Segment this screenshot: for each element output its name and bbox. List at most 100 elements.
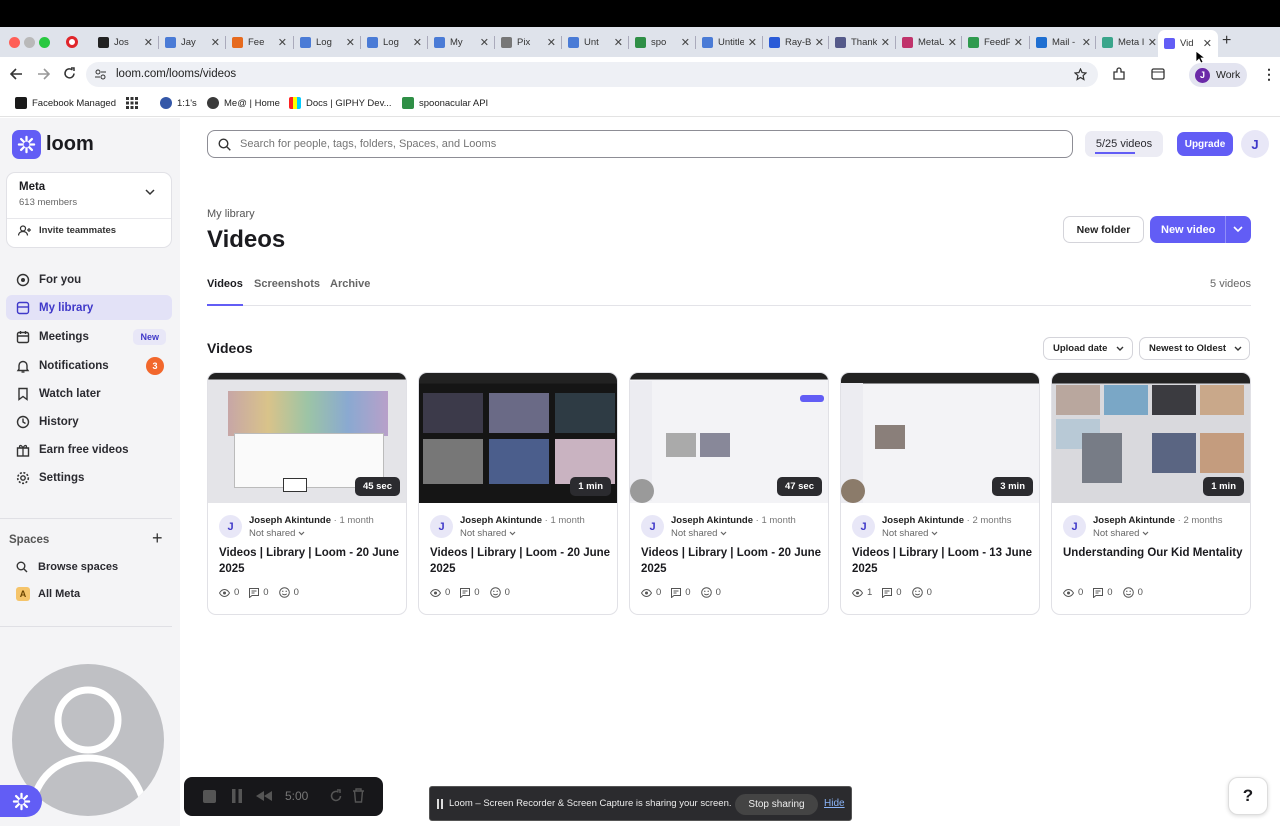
browser-tab[interactable]: Thanks ✕ <box>829 31 896 54</box>
close-tab-icon[interactable]: ✕ <box>748 36 757 49</box>
sidebar-item-history[interactable]: History <box>6 409 172 434</box>
browse-spaces-link[interactable]: Browse spaces <box>16 561 118 573</box>
video-card[interactable]: 1 min J Joseph Akintunde · 2 months Not sha… <box>1051 372 1251 615</box>
video-card[interactable]: 47 sec J Joseph Akintunde · 1 month Not sha… <box>629 372 829 615</box>
close-tab-icon[interactable]: ✕ <box>815 36 824 49</box>
close-tab-icon[interactable]: ✕ <box>1203 37 1212 50</box>
upgrade-button[interactable]: Upgrade <box>1177 132 1233 156</box>
reload-icon[interactable] <box>63 67 76 80</box>
window-close-button[interactable] <box>9 37 20 48</box>
close-tab-icon[interactable]: ✕ <box>480 36 489 49</box>
sidebar-item-settings[interactable]: Settings <box>6 465 172 490</box>
new-folder-button[interactable]: New folder <box>1063 216 1144 243</box>
sharing-status[interactable]: Not shared <box>460 528 516 539</box>
loom-record-button[interactable] <box>0 785 42 817</box>
browser-tab[interactable]: Pix ✕ <box>495 31 562 54</box>
browser-tab[interactable]: Mail - J ✕ <box>1030 31 1097 54</box>
search-bar[interactable] <box>207 130 1073 158</box>
sort-order-select[interactable]: Newest to Oldest <box>1139 337 1250 360</box>
search-input[interactable] <box>240 136 1040 152</box>
browser-tab[interactable]: My ✕ <box>428 31 495 54</box>
user-avatar[interactable]: J <box>1241 130 1269 158</box>
restart-icon[interactable] <box>329 789 343 803</box>
sidebar-item-earn-free-videos[interactable]: Earn free videos <box>6 437 172 462</box>
trash-icon[interactable] <box>352 788 365 803</box>
apps-grid-icon[interactable] <box>126 97 138 109</box>
close-tab-icon[interactable]: ✕ <box>948 36 957 49</box>
forward-icon[interactable] <box>37 68 50 80</box>
close-tab-icon[interactable]: ✕ <box>211 36 220 49</box>
profile-chip[interactable]: J Work <box>1189 63 1247 87</box>
sidebar-item-my-library[interactable]: My library <box>6 295 172 320</box>
window-minimize-button[interactable] <box>24 37 35 48</box>
browser-tab[interactable]: Unt ✕ <box>562 31 629 54</box>
browser-tab[interactable]: Ray-Ba ✕ <box>763 31 830 54</box>
video-title[interactable]: Videos | Library | Loom - 13 June 2025 <box>852 545 1037 577</box>
new-video-button[interactable]: New video <box>1150 216 1251 243</box>
browser-tab[interactable]: Vid ✕ <box>1158 30 1218 57</box>
bookmark-item[interactable]: Me@ | Home <box>207 97 280 109</box>
tab-videos[interactable]: Videos <box>207 278 243 290</box>
pause-icon[interactable] <box>231 789 243 803</box>
close-tab-icon[interactable]: ✕ <box>1148 36 1157 49</box>
sidebar-item-for-you[interactable]: For you <box>6 267 172 292</box>
chevron-down-icon[interactable] <box>145 189 155 196</box>
bookmark-item[interactable]: spoonacular API <box>402 97 488 109</box>
video-card[interactable]: 45 sec J Joseph Akintunde · 1 month Not sha… <box>207 372 407 615</box>
browser-tab[interactable]: MetaU ✕ <box>896 31 963 54</box>
window-zoom-button[interactable] <box>39 37 50 48</box>
browser-tab[interactable]: Log ✕ <box>294 31 361 54</box>
extensions-icon[interactable] <box>1112 67 1126 81</box>
stop-sharing-button[interactable]: Stop sharing <box>735 794 818 815</box>
close-tab-icon[interactable]: ✕ <box>614 36 623 49</box>
close-tab-icon[interactable]: ✕ <box>1082 36 1091 49</box>
bookmark-item[interactable]: 1:1's <box>160 97 197 109</box>
close-tab-icon[interactable]: ✕ <box>547 36 556 49</box>
video-card[interactable]: 1 min J Joseph Akintunde · 1 month Not shar… <box>418 372 618 615</box>
browser-tab[interactable]: Log ✕ <box>361 31 428 54</box>
invite-teammates-button[interactable]: Invite teammates <box>18 225 116 236</box>
sharing-status[interactable]: Not shared <box>882 528 938 539</box>
browser-tab[interactable]: Jay ✕ <box>159 31 226 54</box>
browser-tab[interactable]: Jos ✕ <box>92 31 159 54</box>
close-tab-icon[interactable]: ✕ <box>1014 36 1023 49</box>
help-button[interactable]: ? <box>1228 777 1268 815</box>
sidebar-item-watch-later[interactable]: Watch later <box>6 381 172 406</box>
space-item-all-meta[interactable]: A All Meta <box>16 587 80 601</box>
video-title[interactable]: Videos | Library | Loom - 20 June 2025 <box>219 545 404 577</box>
browser-tab[interactable]: FeedPi ✕ <box>962 31 1029 54</box>
omnibox[interactable]: loom.com/looms/videos <box>86 62 1098 87</box>
sort-field-select[interactable]: Upload date <box>1043 337 1133 360</box>
close-tab-icon[interactable]: ✕ <box>413 36 422 49</box>
sidebar-item-notifications[interactable]: Notifications 3 <box>6 353 172 378</box>
stop-icon[interactable] <box>203 790 216 803</box>
hide-link[interactable]: Hide <box>824 798 845 809</box>
drag-handle-icon[interactable] <box>437 799 443 809</box>
back-icon[interactable] <box>10 68 23 80</box>
video-title[interactable]: Understanding Our Kid Mentality <box>1063 545 1248 561</box>
video-card[interactable]: 3 min J Joseph Akintunde · 2 months Not sha… <box>840 372 1040 615</box>
new-tab-button[interactable]: + <box>1222 32 1231 50</box>
video-title[interactable]: Videos | Library | Loom - 20 June 2025 <box>430 545 615 577</box>
sharing-status[interactable]: Not shared <box>249 528 305 539</box>
breadcrumb[interactable]: My library <box>207 208 255 220</box>
bookmark-item[interactable]: Docs | GIPHY Dev... <box>289 97 392 109</box>
site-settings-icon[interactable] <box>95 69 106 80</box>
add-space-button[interactable]: + <box>152 528 163 549</box>
close-tab-icon[interactable]: ✕ <box>881 36 890 49</box>
browser-tab[interactable]: spo ✕ <box>629 31 696 54</box>
chevron-down-icon[interactable] <box>1233 226 1243 233</box>
close-tab-icon[interactable]: ✕ <box>144 36 153 49</box>
bookmark-item[interactable]: Facebook Managed <box>15 97 116 109</box>
tab-archive[interactable]: Archive <box>330 278 370 290</box>
sidebar-item-meetings[interactable]: Meetings New <box>6 324 172 349</box>
tab-screenshots[interactable]: Screenshots <box>254 278 320 290</box>
browser-menu-icon[interactable]: ⋮ <box>1262 66 1276 83</box>
sharing-status[interactable]: Not shared <box>1093 528 1149 539</box>
tab-search-icon[interactable] <box>1151 68 1165 80</box>
bookmark-star-icon[interactable] <box>1074 68 1087 81</box>
close-tab-icon[interactable]: ✕ <box>346 36 355 49</box>
browser-tab[interactable]: Fee ✕ <box>226 31 293 54</box>
sharing-status[interactable]: Not shared <box>671 528 727 539</box>
close-tab-icon[interactable]: ✕ <box>681 36 690 49</box>
